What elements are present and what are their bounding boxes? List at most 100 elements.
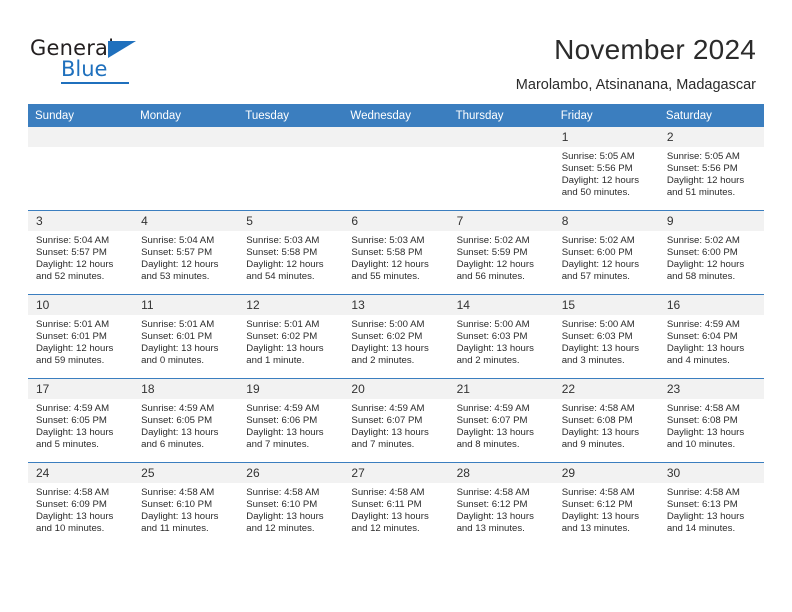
calendar-day-cell[interactable]: 11 Sunrise: 5:01 AM Sunset: 6:01 PM Dayligh… <box>133 294 239 379</box>
sunset-text: Sunset: 5:58 PM <box>351 247 423 259</box>
day-number: 14 <box>448 295 554 315</box>
sunset-text: Sunset: 5:58 PM <box>246 247 318 259</box>
day-number: 12 <box>238 295 344 315</box>
daylight-text: Daylight: 13 hours and 7 minutes. <box>246 427 324 451</box>
calendar-week-row: 17 Sunrise: 4:59 AM Sunset: 6:05 PM Dayligh… <box>28 378 764 463</box>
page-title: November 2024 <box>554 34 756 65</box>
daylight-text: Daylight: 12 hours and 59 minutes. <box>36 343 114 367</box>
sunrise-text: Sunrise: 4:59 AM <box>36 403 110 414</box>
day-details: Sunrise: 5:02 AM Sunset: 5:59 PM Daylight:… <box>449 231 554 283</box>
general-blue-logo[interactable]: General Blue <box>30 36 180 84</box>
logo-underline <box>61 82 129 84</box>
sunset-text: Sunset: 5:57 PM <box>141 247 213 259</box>
sunset-text: Sunset: 6:02 PM <box>351 331 423 343</box>
day-number <box>238 127 344 147</box>
day-number: 26 <box>238 463 344 483</box>
calendar-day-cell[interactable]: 29 Sunrise: 4:58 AM Sunset: 6:12 PM Dayligh… <box>553 462 659 546</box>
day-details: Sunrise: 4:59 AM Sunset: 6:07 PM Daylight:… <box>449 399 554 451</box>
sunset-text: Sunset: 6:04 PM <box>666 331 738 343</box>
day-details: Sunrise: 4:58 AM Sunset: 6:10 PM Daylight:… <box>238 483 343 535</box>
calendar-day-cell[interactable]: 25 Sunrise: 4:58 AM Sunset: 6:10 PM Dayligh… <box>133 462 239 546</box>
day-number <box>28 127 134 147</box>
sunrise-text: Sunrise: 4:58 AM <box>246 487 320 498</box>
daylight-text: Daylight: 13 hours and 10 minutes. <box>36 511 114 535</box>
day-number <box>133 127 239 147</box>
day-number: 13 <box>343 295 449 315</box>
blue-triangle-icon <box>108 41 136 58</box>
day-details: Sunrise: 5:00 AM Sunset: 6:03 PM Daylight:… <box>449 315 554 367</box>
day-details: Sunrise: 5:02 AM Sunset: 6:00 PM Daylight:… <box>659 231 764 283</box>
calendar-day-cell[interactable]: 24 Sunrise: 4:58 AM Sunset: 6:09 PM Dayligh… <box>28 462 134 546</box>
weekday-saturday: Saturday <box>658 104 764 127</box>
day-details: Sunrise: 4:58 AM Sunset: 6:12 PM Daylight:… <box>449 483 554 535</box>
sunset-text: Sunset: 6:05 PM <box>141 415 213 427</box>
calendar-day-cell[interactable]: 5 Sunrise: 5:03 AM Sunset: 5:58 PM Daylight… <box>238 210 344 295</box>
calendar-day-cell[interactable]: 27 Sunrise: 4:58 AM Sunset: 6:11 PM Dayligh… <box>343 462 449 546</box>
calendar-day-cell[interactable]: 15 Sunrise: 5:00 AM Sunset: 6:03 PM Dayligh… <box>553 294 659 379</box>
daylight-text: Daylight: 13 hours and 2 minutes. <box>456 343 534 367</box>
sunset-text: Sunset: 5:59 PM <box>456 247 528 259</box>
sunrise-text: Sunrise: 5:01 AM <box>246 319 320 330</box>
day-details: Sunrise: 5:04 AM Sunset: 5:57 PM Daylight:… <box>28 231 133 283</box>
sunset-text: Sunset: 6:03 PM <box>561 331 633 343</box>
calendar-page: General Blue November 2024 Marolambo, At… <box>0 0 792 612</box>
daylight-text: Daylight: 13 hours and 13 minutes. <box>561 511 640 535</box>
daylight-text: Daylight: 13 hours and 11 minutes. <box>141 511 219 535</box>
day-number: 6 <box>343 211 449 231</box>
calendar-cell-empty <box>448 127 554 211</box>
day-details: Sunrise: 5:00 AM Sunset: 6:02 PM Daylight:… <box>343 315 448 367</box>
day-number: 28 <box>448 463 554 483</box>
daylight-text: Daylight: 13 hours and 13 minutes. <box>456 511 534 535</box>
sunrise-text: Sunrise: 4:59 AM <box>351 403 425 414</box>
calendar-week-row: 3 Sunrise: 5:04 AM Sunset: 5:57 PM Daylight… <box>28 210 764 295</box>
calendar-weekday-header: Sunday Monday Tuesday Wednesday Thursday… <box>28 104 764 127</box>
weekday-wednesday: Wednesday <box>343 104 449 127</box>
day-number: 24 <box>28 463 134 483</box>
calendar-day-cell[interactable]: 16 Sunrise: 4:59 AM Sunset: 6:04 PM Dayligh… <box>658 294 764 379</box>
calendar-day-cell[interactable]: 3 Sunrise: 5:04 AM Sunset: 5:57 PM Daylight… <box>28 210 134 295</box>
calendar-day-cell[interactable]: 28 Sunrise: 4:58 AM Sunset: 6:12 PM Dayligh… <box>448 462 554 546</box>
sunrise-text: Sunrise: 4:59 AM <box>666 319 740 330</box>
sunset-text: Sunset: 5:57 PM <box>36 247 107 259</box>
calendar-day-cell[interactable]: 12 Sunrise: 5:01 AM Sunset: 6:02 PM Dayligh… <box>238 294 344 379</box>
calendar-day-cell[interactable]: 10 Sunrise: 5:01 AM Sunset: 6:01 PM Dayligh… <box>28 294 134 379</box>
day-details: Sunrise: 5:01 AM Sunset: 6:02 PM Daylight:… <box>238 315 343 367</box>
weekday-friday: Friday <box>553 104 659 127</box>
day-details: Sunrise: 5:03 AM Sunset: 5:58 PM Daylight:… <box>343 231 448 283</box>
calendar-day-cell[interactable]: 7 Sunrise: 5:02 AM Sunset: 5:59 PM Daylight… <box>448 210 554 295</box>
calendar-day-cell[interactable]: 13 Sunrise: 5:00 AM Sunset: 6:02 PM Dayligh… <box>343 294 449 379</box>
calendar-day-cell[interactable]: 19 Sunrise: 4:59 AM Sunset: 6:06 PM Dayligh… <box>238 378 344 463</box>
calendar-day-cell[interactable]: 1 Sunrise: 5:05 AM Sunset: 5:56 PM Daylight… <box>553 127 659 211</box>
day-number: 20 <box>343 379 449 399</box>
day-number: 27 <box>343 463 449 483</box>
day-details: Sunrise: 4:58 AM Sunset: 6:12 PM Daylight:… <box>554 483 659 535</box>
calendar-day-cell[interactable]: 9 Sunrise: 5:02 AM Sunset: 6:00 PM Daylight… <box>658 210 764 295</box>
calendar-day-cell[interactable]: 17 Sunrise: 4:59 AM Sunset: 6:05 PM Dayligh… <box>28 378 134 463</box>
calendar-day-cell[interactable]: 21 Sunrise: 4:59 AM Sunset: 6:07 PM Dayligh… <box>448 378 554 463</box>
day-number: 30 <box>658 463 764 483</box>
day-details: Sunrise: 4:59 AM Sunset: 6:05 PM Daylight:… <box>133 399 238 451</box>
sunset-text: Sunset: 6:01 PM <box>141 331 213 343</box>
calendar-day-cell[interactable]: 4 Sunrise: 5:04 AM Sunset: 5:57 PM Daylight… <box>133 210 239 295</box>
sunrise-text: Sunrise: 5:02 AM <box>561 235 635 246</box>
calendar-day-cell[interactable]: 22 Sunrise: 4:58 AM Sunset: 6:08 PM Dayligh… <box>553 378 659 463</box>
logo-text-blue: Blue <box>61 57 108 81</box>
calendar-day-cell[interactable]: 23 Sunrise: 4:58 AM Sunset: 6:08 PM Dayligh… <box>658 378 764 463</box>
sunset-text: Sunset: 6:07 PM <box>456 415 528 427</box>
sunset-text: Sunset: 6:10 PM <box>246 499 318 511</box>
weekday-sunday: Sunday <box>28 104 134 127</box>
calendar-day-cell[interactable]: 2 Sunrise: 5:05 AM Sunset: 5:56 PM Daylight… <box>658 127 764 211</box>
calendar-day-cell[interactable]: 26 Sunrise: 4:58 AM Sunset: 6:10 PM Dayligh… <box>238 462 344 546</box>
sunset-text: Sunset: 6:07 PM <box>351 415 423 427</box>
calendar-day-cell[interactable]: 14 Sunrise: 5:00 AM Sunset: 6:03 PM Dayligh… <box>448 294 554 379</box>
sunset-text: Sunset: 6:00 PM <box>666 247 738 259</box>
calendar-day-cell[interactable]: 8 Sunrise: 5:02 AM Sunset: 6:00 PM Daylight… <box>553 210 659 295</box>
daylight-text: Daylight: 13 hours and 12 minutes. <box>351 511 429 535</box>
calendar-day-cell[interactable]: 30 Sunrise: 4:58 AM Sunset: 6:13 PM Dayligh… <box>658 462 764 546</box>
day-details: Sunrise: 4:59 AM Sunset: 6:07 PM Daylight:… <box>343 399 448 451</box>
calendar-table: Sunday Monday Tuesday Wednesday Thursday… <box>28 104 764 546</box>
calendar-day-cell[interactable]: 18 Sunrise: 4:59 AM Sunset: 6:05 PM Dayligh… <box>133 378 239 463</box>
calendar-day-cell[interactable]: 6 Sunrise: 5:03 AM Sunset: 5:58 PM Daylight… <box>343 210 449 295</box>
calendar-day-cell[interactable]: 20 Sunrise: 4:59 AM Sunset: 6:07 PM Dayligh… <box>343 378 449 463</box>
daylight-text: Daylight: 13 hours and 10 minutes. <box>666 427 745 451</box>
